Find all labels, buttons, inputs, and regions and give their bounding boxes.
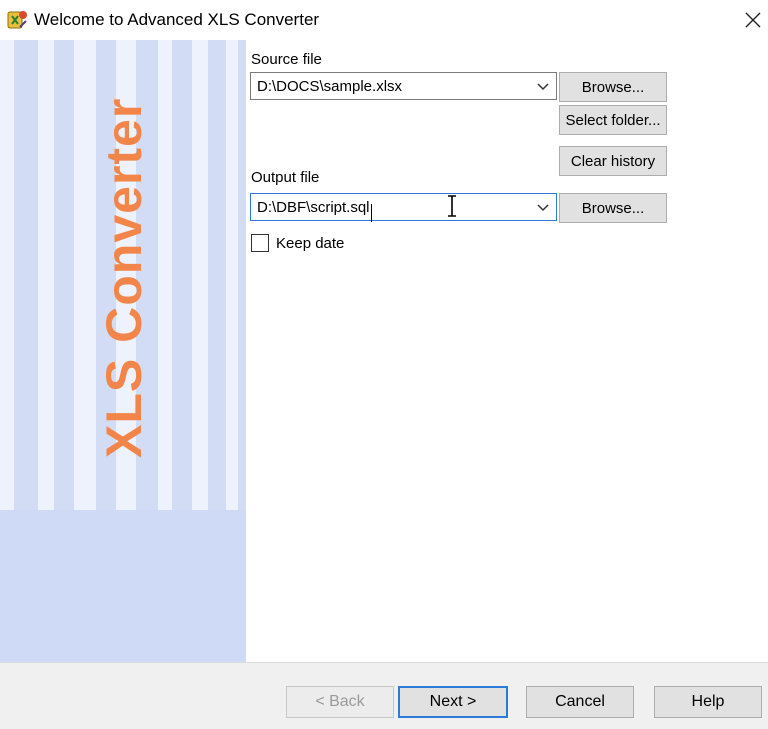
banner-title: XLS Converter: [96, 97, 152, 458]
ibeam-cursor-icon: [448, 195, 456, 217]
back-button: < Back: [286, 686, 394, 718]
title-bar: Welcome to Advanced XLS Converter: [0, 0, 768, 40]
converter-wizard-window: Welcome to Advanced XLS Converter XLS Co…: [0, 0, 768, 729]
source-file-value: D:\DOCS\sample.xlsx: [257, 78, 403, 95]
output-file-value: D:\DBF\script.sql: [257, 199, 372, 223]
source-file-label: Source file: [251, 51, 322, 68]
select-folder-button[interactable]: Select folder...: [559, 105, 667, 135]
wizard-footer: < Back Next > Cancel Help: [0, 662, 768, 729]
next-button[interactable]: Next >: [398, 686, 508, 718]
source-browse-button[interactable]: Browse...: [559, 72, 667, 102]
banner-lower-panel: [0, 510, 246, 662]
output-file-label: Output file: [251, 169, 320, 186]
keep-date-checkbox[interactable]: [251, 234, 269, 252]
close-icon: [745, 12, 761, 28]
chevron-down-icon[interactable]: [536, 81, 550, 93]
cancel-button[interactable]: Cancel: [526, 686, 634, 718]
source-file-combo[interactable]: D:\DOCS\sample.xlsx: [250, 72, 557, 100]
side-banner: XLS Converter: [0, 40, 246, 662]
window-title: Welcome to Advanced XLS Converter: [34, 10, 320, 29]
clear-history-button[interactable]: Clear history: [559, 146, 667, 176]
help-button[interactable]: Help: [654, 686, 762, 718]
keep-date-label[interactable]: Keep date: [276, 235, 344, 252]
close-button[interactable]: [738, 5, 768, 35]
text-caret: [370, 204, 372, 223]
app-logo-icon: [7, 11, 27, 29]
output-browse-button[interactable]: Browse...: [559, 193, 667, 223]
output-file-combo[interactable]: D:\DBF\script.sql: [250, 193, 557, 223]
chevron-down-icon[interactable]: [536, 202, 550, 214]
